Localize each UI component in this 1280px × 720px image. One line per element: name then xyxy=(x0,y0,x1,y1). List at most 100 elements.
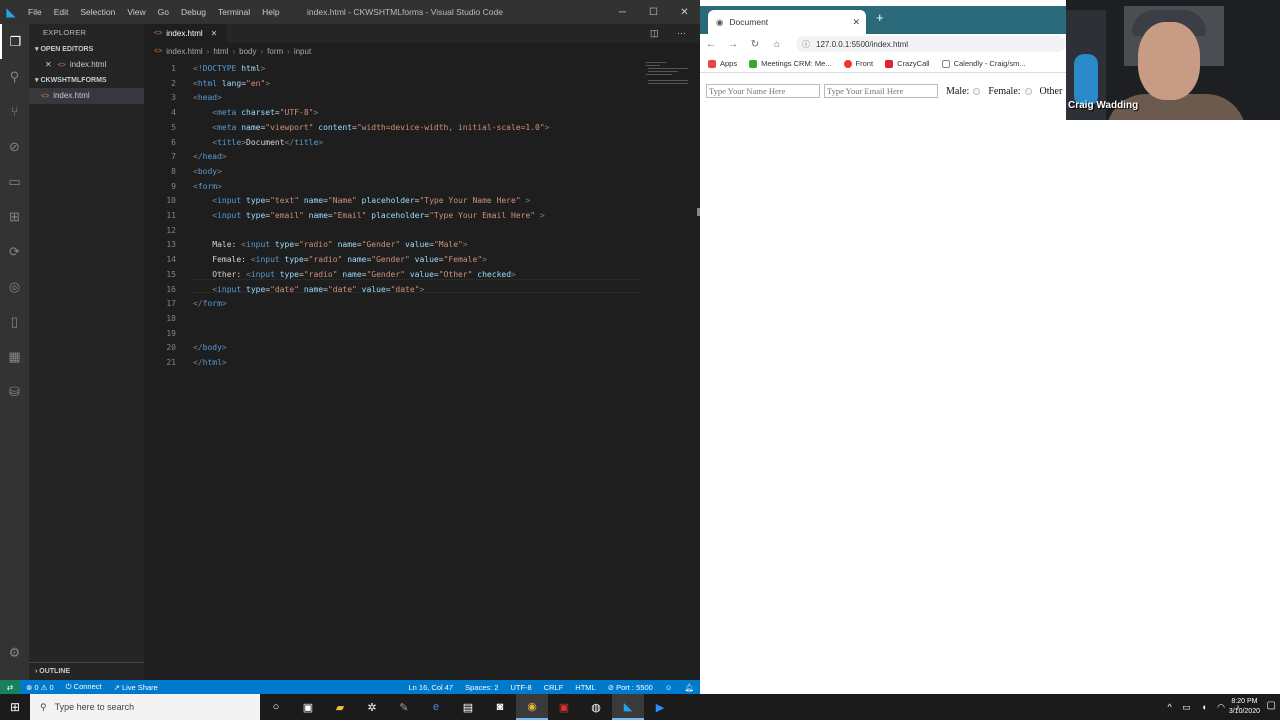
split-editor-icon[interactable]: ◫ ⋯ xyxy=(650,24,694,43)
search-icon[interactable]: ⚲ xyxy=(0,59,29,94)
menu-selection[interactable]: Selection xyxy=(74,0,121,24)
smiley-icon[interactable]: ☺ xyxy=(659,683,679,692)
breadcrumb-item[interactable]: form xyxy=(267,47,283,56)
tab-index-html[interactable]: <> index.html ✕ xyxy=(144,24,226,43)
browser-tab[interactable]: ◉ Document ✕ xyxy=(708,10,866,34)
notification-icon[interactable]: ▢ xyxy=(1267,700,1276,711)
code-line[interactable]: <meta name="viewport" content="width=dev… xyxy=(193,121,549,136)
maximize-icon[interactable]: ☐ xyxy=(638,0,669,24)
source-control-icon[interactable]: ⑂ xyxy=(0,94,29,129)
close-icon[interactable]: ✕ xyxy=(669,0,700,24)
menu-debug[interactable]: Debug xyxy=(175,0,212,24)
code-line[interactable]: <title>Document</title> xyxy=(193,136,323,151)
code-line[interactable]: Other: <input type="radio" name="Gender"… xyxy=(193,268,516,283)
connect-button[interactable]: ⏻ Connect xyxy=(60,682,108,692)
live-share-icon[interactable]: ⟳ xyxy=(0,234,29,269)
task-view-icon[interactable]: ▣ xyxy=(292,694,324,720)
code-line[interactable]: Male: <input type="radio" name="Gender" … xyxy=(193,238,467,253)
code-line[interactable]: <input type="text" name="Name" placehold… xyxy=(193,194,530,209)
code-line[interactable]: <body> xyxy=(193,165,222,180)
gear-icon[interactable]: ⚙ xyxy=(0,635,29,670)
database-icon[interactable]: ⛁ xyxy=(0,374,29,409)
menu-go[interactable]: Go xyxy=(152,0,175,24)
breadcrumb-item[interactable]: index.html xyxy=(166,47,202,56)
taskbar-search[interactable]: ⚲ Type here to search xyxy=(30,694,260,720)
bookmark-calendly[interactable]: Calendly - Craig/sm... xyxy=(941,59,1026,68)
code-line[interactable]: <form> xyxy=(193,180,222,195)
windows-start-icon[interactable]: ⊞ xyxy=(0,700,30,714)
minimize-icon[interactable]: ─ xyxy=(607,0,638,24)
male-radio[interactable] xyxy=(973,87,981,95)
bookmark-meetings-crm[interactable]: Meetings CRM: Me... xyxy=(749,59,832,68)
github-icon[interactable]: ◎ xyxy=(0,269,29,304)
code-line[interactable]: Female: <input type="radio" name="Gender… xyxy=(193,253,487,268)
bookmark-apps[interactable]: Apps xyxy=(708,59,737,68)
menu-file[interactable]: File xyxy=(22,0,48,24)
url-field[interactable]: ⓘ 127.0.0.1:5500/index.html xyxy=(796,36,1066,52)
file-explorer-icon[interactable]: ▰ xyxy=(324,694,356,720)
cortana-icon[interactable]: ○ xyxy=(260,694,292,720)
bookmark-front[interactable]: Front xyxy=(843,59,873,68)
close-icon[interactable]: ✕ xyxy=(211,29,218,38)
app-globe-icon[interactable]: ◍ xyxy=(580,694,612,720)
store-icon[interactable]: ▤ xyxy=(452,694,484,720)
chrome-icon[interactable]: ◉ xyxy=(516,694,548,720)
close-icon[interactable]: ✕ xyxy=(852,17,860,28)
breadcrumb-item[interactable]: input xyxy=(294,47,311,56)
cursor-position[interactable]: Ln 16, Col 47 xyxy=(402,683,459,692)
camera-icon[interactable]: ◙ xyxy=(484,694,516,720)
remote-explorer-icon[interactable]: ▭ xyxy=(0,164,29,199)
new-tab-icon[interactable]: + xyxy=(876,10,884,25)
forward-icon[interactable]: → xyxy=(722,39,744,50)
code-line[interactable]: <head> xyxy=(193,91,222,106)
debug-icon[interactable]: ⊘ xyxy=(0,129,29,164)
explorer-icon[interactable]: ❐ xyxy=(0,24,29,59)
outline-section[interactable]: › OUTLINE xyxy=(29,662,144,680)
code-editor[interactable]: 1 <!DOCTYPE html> 2 <html lang="en"> 3 <head>… xyxy=(144,60,700,680)
vscode-taskbar-icon[interactable]: ◣ xyxy=(612,694,644,720)
menu-terminal[interactable]: Terminal xyxy=(212,0,256,24)
home-icon[interactable]: ⌂ xyxy=(766,39,788,50)
reload-icon[interactable]: ↻ xyxy=(744,39,766,50)
breadcrumb-item[interactable]: body xyxy=(239,47,256,56)
code-line[interactable]: <html lang="en"> xyxy=(193,77,270,92)
file-item[interactable]: <> index.html xyxy=(29,88,144,104)
app-red-icon[interactable]: ▣ xyxy=(548,694,580,720)
live-server-port[interactable]: ⊘ Port : 5500 xyxy=(602,683,659,692)
email-input[interactable] xyxy=(824,84,938,98)
bell-icon[interactable]: 🔔︎ xyxy=(678,683,700,692)
docker-icon[interactable]: ▦ xyxy=(0,339,29,374)
open-editors-section[interactable]: ▾ OPEN EDITORS xyxy=(29,42,144,57)
menu-view[interactable]: View xyxy=(121,0,151,24)
breadcrumb-item[interactable]: html xyxy=(213,47,228,56)
live-share-button[interactable]: ↗ Live Share xyxy=(108,683,164,692)
female-radio[interactable] xyxy=(1024,87,1032,95)
pen-icon[interactable]: ✎ xyxy=(388,694,420,720)
back-icon[interactable]: ← xyxy=(700,39,722,50)
code-line[interactable]: </form> xyxy=(193,297,227,312)
edge-icon[interactable]: e xyxy=(420,694,452,720)
encoding[interactable]: UTF-8 xyxy=(504,683,537,692)
clock[interactable]: 8:20 PM 3/10/2020 xyxy=(1229,697,1260,717)
info-icon[interactable]: ⓘ xyxy=(802,39,810,50)
code-line[interactable]: <!DOCTYPE html> xyxy=(193,62,265,77)
minimap[interactable] xyxy=(644,60,694,100)
close-icon[interactable]: ✕ xyxy=(45,57,52,72)
code-line[interactable]: <input type="email" name="Email" placeho… xyxy=(193,209,544,224)
code-line[interactable]: </html> xyxy=(193,356,227,371)
zoom-icon[interactable]: ▶ xyxy=(644,694,676,720)
open-editor-item[interactable]: ✕ <> index.html xyxy=(29,57,144,73)
code-line[interactable]: </head> xyxy=(193,150,227,165)
language-mode[interactable]: HTML xyxy=(569,683,601,692)
code-line[interactable]: <meta charset="UTF-8"> xyxy=(193,106,318,121)
indentation[interactable]: Spaces: 2 xyxy=(459,683,504,692)
line-ending[interactable]: CRLF xyxy=(538,683,570,692)
name-input[interactable] xyxy=(706,84,820,98)
code-line[interactable]: </body> xyxy=(193,341,227,356)
project-section[interactable]: ▾ CKWSHTMLFORMS xyxy=(29,73,144,88)
problems-indicator[interactable]: ⊗ 0 ⚠ 0 xyxy=(20,683,60,692)
extensions-icon[interactable]: ⊞ xyxy=(0,199,29,234)
app-icon[interactable]: ✲ xyxy=(356,694,388,720)
bookmark-crazycall[interactable]: CrazyCall xyxy=(885,59,930,68)
code-line[interactable]: <input type="date" name="date" value="da… xyxy=(193,283,424,298)
